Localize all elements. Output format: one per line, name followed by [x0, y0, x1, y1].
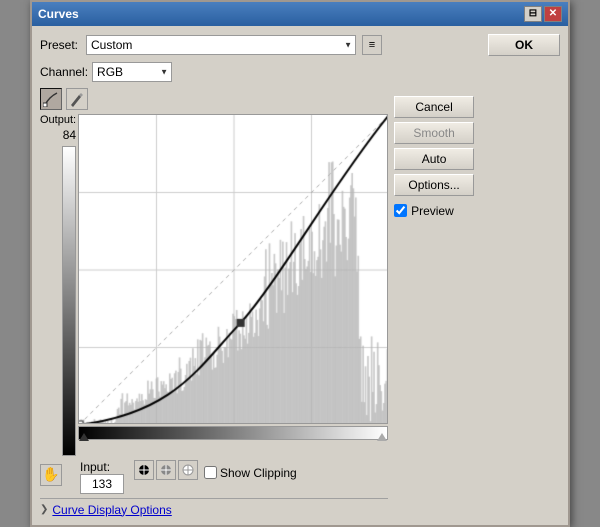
preview-checkbox[interactable]	[394, 204, 407, 217]
output-value: 84	[63, 128, 76, 142]
vertical-gradient-bar	[62, 146, 76, 456]
channel-label: Channel:	[40, 65, 88, 79]
black-point-marker[interactable]	[79, 433, 89, 441]
smooth-button[interactable]: Smooth	[394, 122, 474, 144]
main-area: Channel: RGB Red Green Blue	[40, 62, 560, 517]
left-section: Channel: RGB Red Green Blue	[40, 62, 388, 517]
curve-area-wrapper: Output: 84	[40, 114, 388, 456]
window-title: Curves	[38, 7, 79, 21]
white-point-marker[interactable]	[377, 433, 387, 441]
titlebar-controls: ⊟ ✕	[524, 6, 562, 22]
channel-row: Channel: RGB Red Green Blue	[40, 62, 388, 82]
curve-display-options-button[interactable]: ❯ Curve Display Options	[40, 503, 388, 517]
channel-select-wrap: RGB Red Green Blue	[92, 62, 172, 82]
show-clipping-checkbox[interactable]	[204, 466, 217, 479]
dialog-content: Preset: Custom ≡ OK Channel: RGB R	[32, 26, 568, 525]
preset-select-wrap: Custom	[86, 35, 356, 55]
channel-select[interactable]: RGB Red Green Blue	[92, 62, 172, 82]
pencil-tool-button[interactable]	[66, 88, 88, 110]
ok-button[interactable]: OK	[488, 34, 560, 56]
black-sample-button[interactable]	[134, 460, 154, 480]
restore-button[interactable]: ⊟	[524, 6, 542, 22]
output-label-top: Output:	[40, 114, 76, 126]
close-button[interactable]: ✕	[544, 6, 562, 22]
show-clipping-row: Show Clipping	[204, 466, 301, 480]
curves-window: Curves ⊟ ✕ Preset: Custom ≡ OK Channel:	[30, 0, 570, 527]
gray-sample-button[interactable]	[156, 460, 176, 480]
input-field[interactable]	[80, 474, 124, 494]
input-label: Input:	[80, 460, 120, 474]
input-section: ✋ Input:	[40, 460, 388, 494]
divider-1	[40, 498, 388, 499]
show-clipping-label: Show Clipping	[220, 466, 297, 480]
right-spacer-top	[394, 62, 474, 92]
curve-tool-button[interactable]	[40, 88, 62, 110]
y-axis-section: Output: 84	[40, 114, 76, 456]
curve-display-label: Curve Display Options	[52, 503, 171, 517]
preset-menu-button[interactable]: ≡	[362, 35, 382, 55]
white-sample-button[interactable]	[178, 460, 198, 480]
sample-buttons: Show Clipping	[134, 460, 301, 480]
tools-row	[40, 88, 388, 110]
preset-select[interactable]: Custom	[86, 35, 356, 55]
input-col: Input:	[80, 460, 124, 494]
chevron-down-icon: ❯	[40, 504, 48, 515]
auto-button[interactable]: Auto	[394, 148, 474, 170]
preview-label: Preview	[411, 204, 454, 218]
horizontal-gradient-bar	[78, 426, 388, 440]
curve-graph[interactable]	[78, 114, 388, 424]
options-button[interactable]: Options...	[394, 174, 474, 196]
cancel-button[interactable]: Cancel	[394, 96, 474, 118]
eyedropper-section: ✋	[40, 464, 62, 486]
curve-canvas-section	[78, 114, 388, 456]
preset-label: Preset:	[40, 38, 78, 52]
right-panel: Cancel Smooth Auto Options... Preview	[394, 62, 474, 517]
titlebar: Curves ⊟ ✕	[32, 2, 568, 26]
preview-row: Preview	[394, 204, 474, 218]
hand-tool-button[interactable]: ✋	[40, 464, 62, 486]
preset-row: Preset: Custom ≡ OK	[40, 34, 560, 56]
